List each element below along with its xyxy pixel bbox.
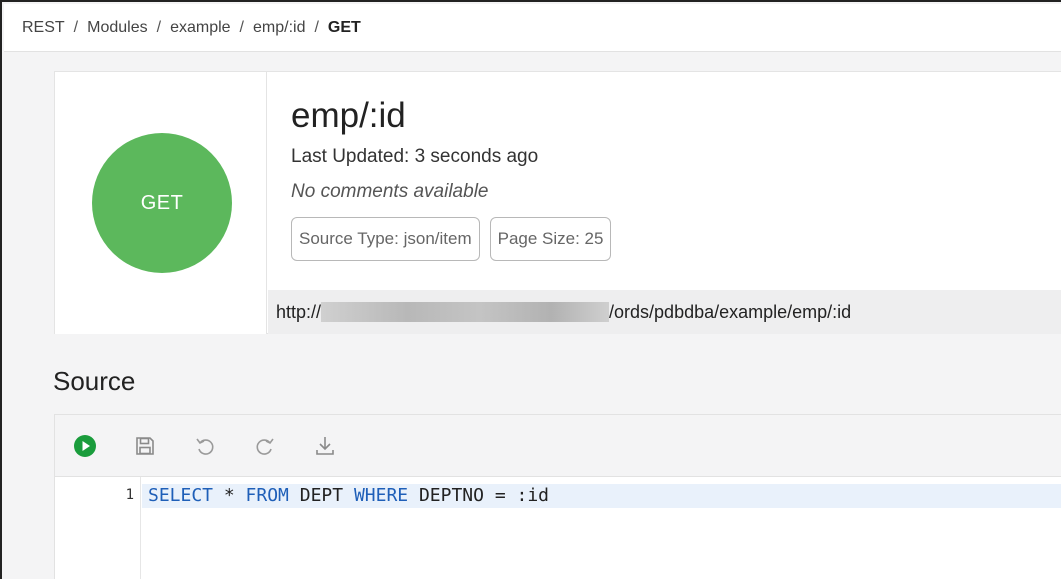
code-keyword: FROM <box>245 485 289 506</box>
handler-info: emp/:id Last Updated: 3 seconds ago No c… <box>291 94 621 261</box>
breadcrumb-item-modules[interactable]: Modules <box>87 19 147 37</box>
comments-text: No comments available <box>291 181 489 202</box>
download-button[interactable] <box>311 432 339 460</box>
handler-card: GET emp/:id Last Updated: 3 seconds ago … <box>54 71 1061 334</box>
undo-icon <box>196 438 214 455</box>
handler-url[interactable]: http:// /ords/pdbdba/example/emp/:id <box>268 290 1061 334</box>
source-section-title: Source <box>53 366 136 396</box>
breadcrumb-item-rest[interactable]: REST <box>22 19 65 37</box>
undo-button[interactable] <box>191 432 219 460</box>
breadcrumb-separator: / <box>73 18 79 36</box>
breadcrumb-item-emp-id[interactable]: emp/:id <box>253 19 305 37</box>
code-text: * <box>213 485 246 506</box>
breadcrumb-separator: / <box>314 18 319 36</box>
code-text: DEPT <box>288 485 354 506</box>
editor-toolbar <box>55 415 1061 477</box>
url-suffix: /ords/pdbdba/example/emp/:id <box>609 301 852 322</box>
code-editor[interactable]: 1 SELECT * FROM DEPT WHERE DEPTNO = :id <box>54 414 1061 579</box>
method-panel: GET <box>55 72 267 334</box>
method-label: GET <box>140 191 184 214</box>
breadcrumb-item-example[interactable]: example <box>170 19 230 37</box>
handler-chips: Source Type: json/item Page Size: 25 <box>291 217 621 261</box>
source-type-chip: Source Type: json/item <box>291 217 480 261</box>
handler-title: emp/:id <box>291 96 406 135</box>
app-frame: REST / Modules / example / emp/:id / GET… <box>0 0 1061 579</box>
breadcrumb-separator: / <box>156 18 162 36</box>
page-size-chip: Page Size: 25 <box>489 217 612 261</box>
download-icon <box>316 436 334 455</box>
last-updated-text: Last Updated: 3 seconds ago <box>291 146 539 167</box>
breadcrumb-separator: / <box>239 18 244 36</box>
method-badge: GET <box>92 133 232 273</box>
url-prefix: http:// <box>276 301 322 322</box>
run-button[interactable] <box>71 432 99 460</box>
breadcrumb: REST / Modules / example / emp/:id / GET <box>4 4 1061 52</box>
save-button[interactable] <box>131 432 159 460</box>
code-text: DEPTNO = :id <box>408 485 550 506</box>
run-icon <box>74 434 96 457</box>
redo-icon <box>256 438 274 455</box>
breadcrumb-current: GET <box>327 18 361 36</box>
line-number: 1 <box>125 487 134 503</box>
save-icon <box>136 436 154 455</box>
code-line[interactable]: SELECT * FROM DEPT WHERE DEPTNO = :id <box>142 484 1061 508</box>
code-keyword: SELECT <box>148 485 214 506</box>
line-gutter: 1 <box>55 477 141 579</box>
redo-button[interactable] <box>251 432 279 460</box>
code-area[interactable]: 1 SELECT * FROM DEPT WHERE DEPTNO = :id <box>55 477 1061 579</box>
redacted-host <box>321 302 610 322</box>
code-keyword: WHERE <box>353 485 409 506</box>
